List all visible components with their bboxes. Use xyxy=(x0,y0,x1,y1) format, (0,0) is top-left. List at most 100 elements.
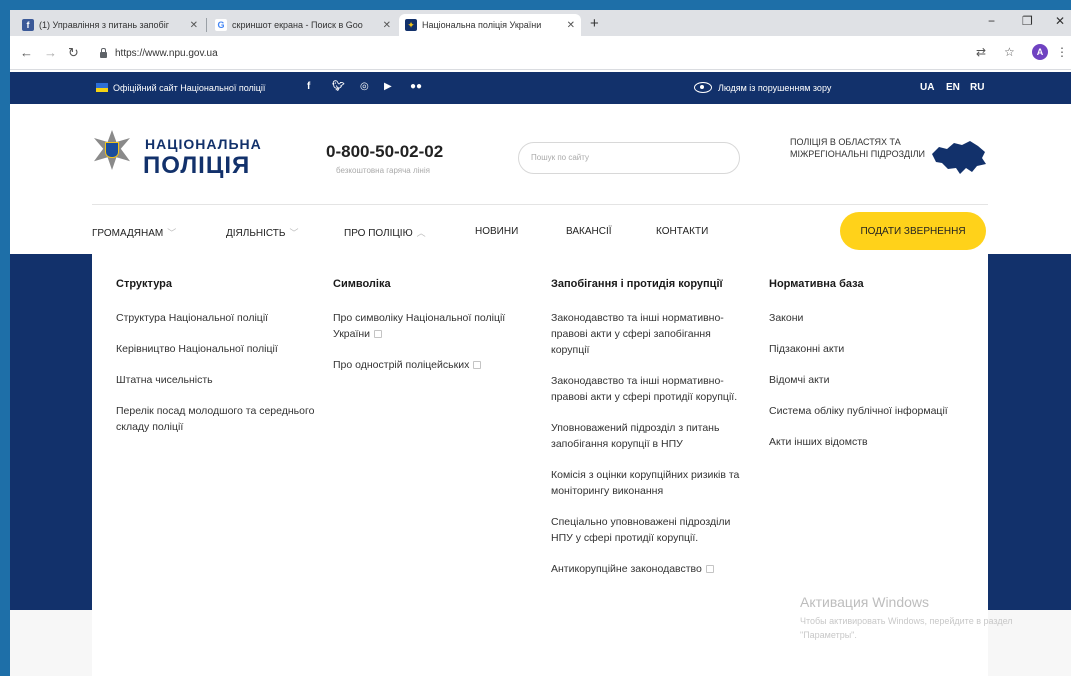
nav-label: КОНТАКТИ xyxy=(656,226,709,237)
instagram-icon[interactable]: ◎ xyxy=(360,81,369,92)
windows-activation-text: Чтобы активировать Windows, перейдите в … xyxy=(800,616,1013,640)
menu-item[interactable]: Керівництво Національної поліції xyxy=(116,341,316,357)
reload-icon[interactable]: ↻ xyxy=(68,45,79,61)
lang-ru[interactable]: RU xyxy=(970,82,984,93)
logo-text-bottom[interactable]: ПОЛІЦІЯ xyxy=(143,152,250,180)
menu-column-title: Нормативна база xyxy=(769,278,864,290)
facebook-icon: f xyxy=(22,19,34,31)
nav-news[interactable]: НОВИНИ xyxy=(475,226,518,237)
external-link-icon xyxy=(374,330,383,338)
hotline-phone[interactable]: 0-800-50-02-02 xyxy=(326,142,443,162)
forward-arrow-icon[interactable]: → xyxy=(44,45,57,60)
regional-units-link[interactable]: ПОЛІЦІЯ В ОБЛАСТЯХ ТА МІЖРЕГІОНАЛЬНІ ПІД… xyxy=(790,136,930,160)
menu-item[interactable]: Система обліку публічної інформації xyxy=(769,403,959,419)
site-header: НАЦІОНАЛЬНА ПОЛІЦІЯ 0-800-50-02-02 безко… xyxy=(10,104,1071,254)
menu-item[interactable]: Про однострій поліцейських xyxy=(333,357,513,373)
menu-item[interactable]: Про символіку Національної поліції Украї… xyxy=(333,310,513,342)
header-divider xyxy=(92,204,988,205)
accessibility-link[interactable]: Людям із порушенням зору xyxy=(718,83,831,93)
police-shield-icon xyxy=(105,142,119,158)
menu-column-regulations: Нормативна база Закони Підзаконні акти В… xyxy=(769,278,959,465)
site-top-bar: Офіційний сайт Національної поліції f 🐦︎… xyxy=(10,72,1071,104)
nav-label: ГРОМАДЯНАМ xyxy=(92,228,164,239)
tab-npu[interactable]: ✦ Національна поліція України ✕ xyxy=(399,14,581,36)
youtube-icon[interactable]: ▶ xyxy=(384,81,392,92)
menu-item[interactable]: Спеціально уповноважені підрозділи НПУ у… xyxy=(551,514,751,546)
address-bar: ← → ↻ https://www.npu.gov.ua ⇄ ☆ A ⋮ xyxy=(10,36,1071,70)
official-site-label: Офіційний сайт Національної поліції xyxy=(113,83,266,93)
new-tab-button[interactable]: + xyxy=(590,15,599,32)
windows-activation-title: Активация Windows xyxy=(800,594,930,610)
url-text: https://www.npu.gov.ua xyxy=(115,47,218,59)
back-arrow-icon[interactable]: ← xyxy=(20,45,33,60)
menu-item[interactable]: Структура Національної поліції xyxy=(116,310,316,326)
menu-item[interactable]: Законодавство та інші нормативно-правові… xyxy=(551,373,751,405)
menu-item[interactable]: Акти інших відомств xyxy=(769,434,959,450)
close-icon[interactable]: ✕ xyxy=(383,20,391,31)
tab-strip: f (1) Управління з питань запобіг ✕ G ск… xyxy=(10,10,1071,36)
menu-item-label: Про символіку Національної поліції Украї… xyxy=(333,312,506,340)
about-police-dropdown: Структура Структура Національної поліції… xyxy=(92,254,988,676)
menu-item[interactable]: Відомчі акти xyxy=(769,372,959,388)
eye-icon[interactable] xyxy=(694,82,712,93)
tab-facebook[interactable]: f (1) Управління з питань запобіг ✕ xyxy=(16,14,204,36)
close-icon[interactable]: ✕ xyxy=(190,20,198,31)
submit-appeal-button[interactable]: ПОДАТИ ЗВЕРНЕННЯ xyxy=(840,212,986,250)
nav-label: НОВИНИ xyxy=(475,226,519,237)
bookmark-star-icon[interactable]: ☆ xyxy=(1004,45,1015,59)
tab-label: Національна поліція України xyxy=(422,20,542,30)
minimize-icon[interactable]: − xyxy=(988,14,995,28)
tab-label: скриншот екрана - Поиск в Goo xyxy=(232,20,363,30)
menu-column-symbols: Символіка Про символіку Національної пол… xyxy=(333,278,513,388)
browser-window: f (1) Управління з питань запобіг ✕ G ск… xyxy=(10,10,1071,676)
police-icon: ✦ xyxy=(405,19,417,31)
lang-en[interactable]: EN xyxy=(946,82,960,93)
close-icon[interactable]: ✕ xyxy=(567,20,575,31)
menu-column-anticorruption: Запобігання і протидія корупції Законода… xyxy=(551,278,751,592)
chevron-down-icon: ﹀ xyxy=(289,228,299,238)
menu-item[interactable]: Закони xyxy=(769,310,959,326)
nav-label: ПРО ПОЛІЦІЮ xyxy=(344,228,413,239)
tab-google[interactable]: G скриншот екрана - Поиск в Goo ✕ xyxy=(209,14,397,36)
chevron-down-icon: ﹀ xyxy=(167,228,177,238)
flickr-icon[interactable]: ●● xyxy=(410,81,422,92)
menu-item[interactable]: Антикорупційне законодавство xyxy=(551,561,751,577)
url-field[interactable]: https://www.npu.gov.ua xyxy=(100,42,960,64)
logo-text-top[interactable]: НАЦІОНАЛЬНА xyxy=(145,136,262,152)
menu-item-label: Про однострій поліцейських xyxy=(333,359,470,371)
menu-item[interactable]: Комісія з оцінки корупційних ризиків та … xyxy=(551,467,751,499)
tab-label: (1) Управління з питань запобіг xyxy=(39,20,169,30)
menu-column-title: Структура xyxy=(116,278,172,290)
menu-item[interactable]: Штатна чисельність xyxy=(116,372,316,388)
window-close-icon[interactable]: ✕ xyxy=(1055,14,1065,28)
external-link-icon xyxy=(473,361,482,369)
nav-activity[interactable]: ДІЯЛЬНІСТЬ ﹀ xyxy=(226,226,298,239)
menu-item-label: Антикорупційне законодавство xyxy=(551,563,702,575)
nav-contacts[interactable]: КОНТАКТИ xyxy=(656,226,708,237)
kebab-menu-icon[interactable]: ⋮ xyxy=(1056,45,1068,59)
ukraine-map-icon[interactable] xyxy=(930,138,988,178)
search-input[interactable]: Пошук по сайту xyxy=(518,142,740,174)
chevron-up-icon: ︿ xyxy=(416,228,426,238)
facebook-icon[interactable]: f xyxy=(307,81,310,92)
lock-icon xyxy=(100,47,107,58)
translate-icon[interactable]: ⇄ xyxy=(976,45,986,59)
nav-vacancies[interactable]: ВАКАНСІЇ xyxy=(566,226,612,237)
menu-item[interactable]: Уповноважений підрозділ з питань запобіг… xyxy=(551,420,751,452)
profile-avatar[interactable]: A xyxy=(1032,44,1048,60)
tab-separator xyxy=(206,18,207,32)
twitter-icon[interactable]: 🐦︎ xyxy=(332,81,345,92)
lang-ua[interactable]: UA xyxy=(920,82,934,93)
menu-item[interactable]: Підзаконні акти xyxy=(769,341,959,357)
hotline-caption: безкоштовна гаряча лінія xyxy=(336,166,430,175)
menu-item[interactable]: Законодавство та інші нормативно-правові… xyxy=(551,310,751,358)
menu-column-title: Символіка xyxy=(333,278,391,290)
menu-column-title: Запобігання і протидія корупції xyxy=(551,278,723,290)
menu-column-structure: Структура Структура Національної поліції… xyxy=(116,278,316,450)
maximize-icon[interactable]: ❐ xyxy=(1022,14,1033,28)
nav-label: ДІЯЛЬНІСТЬ xyxy=(226,228,286,239)
menu-item[interactable]: Перелік посад молодшого та середнього ск… xyxy=(116,403,316,435)
nav-label: ВАКАНСІЇ xyxy=(566,226,612,237)
nav-about-police[interactable]: ПРО ПОЛІЦІЮ ︿ xyxy=(344,226,426,239)
nav-citizens[interactable]: ГРОМАДЯНАМ ﹀ xyxy=(92,226,176,239)
